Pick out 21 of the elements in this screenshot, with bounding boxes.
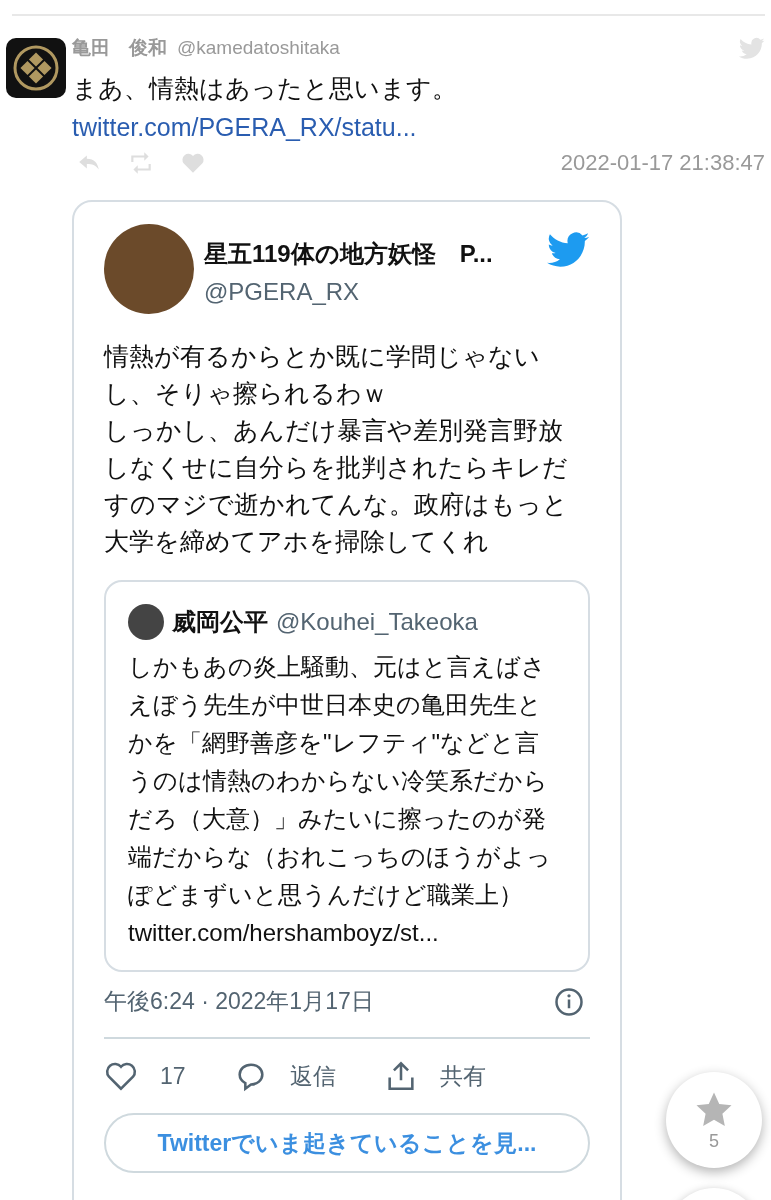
timestamp: 2022-01-17 21:38:47: [560, 150, 765, 176]
author-handle: @Kouhei_Takeoka: [276, 608, 478, 636]
tweet-text: 情熱が有るからとか既に学問じゃない し、そりゃ擦られるわｗ しっかし、あんだけ暴言や差別発言野放 しなくせに自分らを批判されたらキレだ すのマジで逝かれてんな。政府はもっと 大学を締めてアホを掃除してくれ: [104, 341, 569, 557]
author-name: 威岡公平: [172, 607, 268, 637]
avatar-photo: [128, 604, 164, 640]
quoted-tweet-card[interactable]: 威岡公平 @Kouhei_Takeoka しかもあの炎上騒動、元はと言えばさ えぼう先生が中世日本史の亀田先生と かを「網野善彦を"レフティ"などと言 うのは情熱のわからない冷笑系だから だろ（大意）」みたいに擦ったのが発 端だからな（おれこっちのほうがよっ ぽどまずいと思うんだけど職業上） twitter.com/hershamboyz/st...: [104, 580, 590, 972]
star-count: 5: [709, 1130, 719, 1152]
author-handle: @PGERA_RX: [204, 278, 361, 306]
view-on-twitter-button[interactable]: Twitterでいま起きていることを見...: [104, 1113, 590, 1173]
author-name: 亀田 俊和: [72, 36, 167, 60]
author-handle: @kamedatoshitaka: [177, 37, 340, 59]
quoted-text: しかもあの炎上騒動、元はと言えばさ えぼう先生が中世日本史の亀田先生と かを「網野善彦を"レフティ"などと言 うのは情熱のわからない冷笑系だから だろ（大意）」みたいに擦ったのが発 端だからな（おれこっちのほうがよっ ぽどまずいと思うんだけど職業上） twitter.com/hershamboyz/st...: [128, 652, 552, 948]
tweet-link[interactable]: twitter.com/PGERA_RX/statu...: [72, 113, 417, 142]
reply-label[interactable]: 返信: [289, 1060, 336, 1092]
info-icon[interactable]: [554, 986, 584, 1017]
tweet-text: まあ、情熱はあったと思います。: [72, 73, 458, 104]
avatar-logo: [6, 38, 66, 98]
share-label[interactable]: 共有: [439, 1060, 486, 1092]
author-name: 星五119体の地方妖怪 P...: [204, 239, 494, 269]
like-label[interactable]: 17: [160, 1062, 186, 1090]
tweet-date[interactable]: 午後6:24 · 2022年1月17日: [104, 986, 374, 1017]
